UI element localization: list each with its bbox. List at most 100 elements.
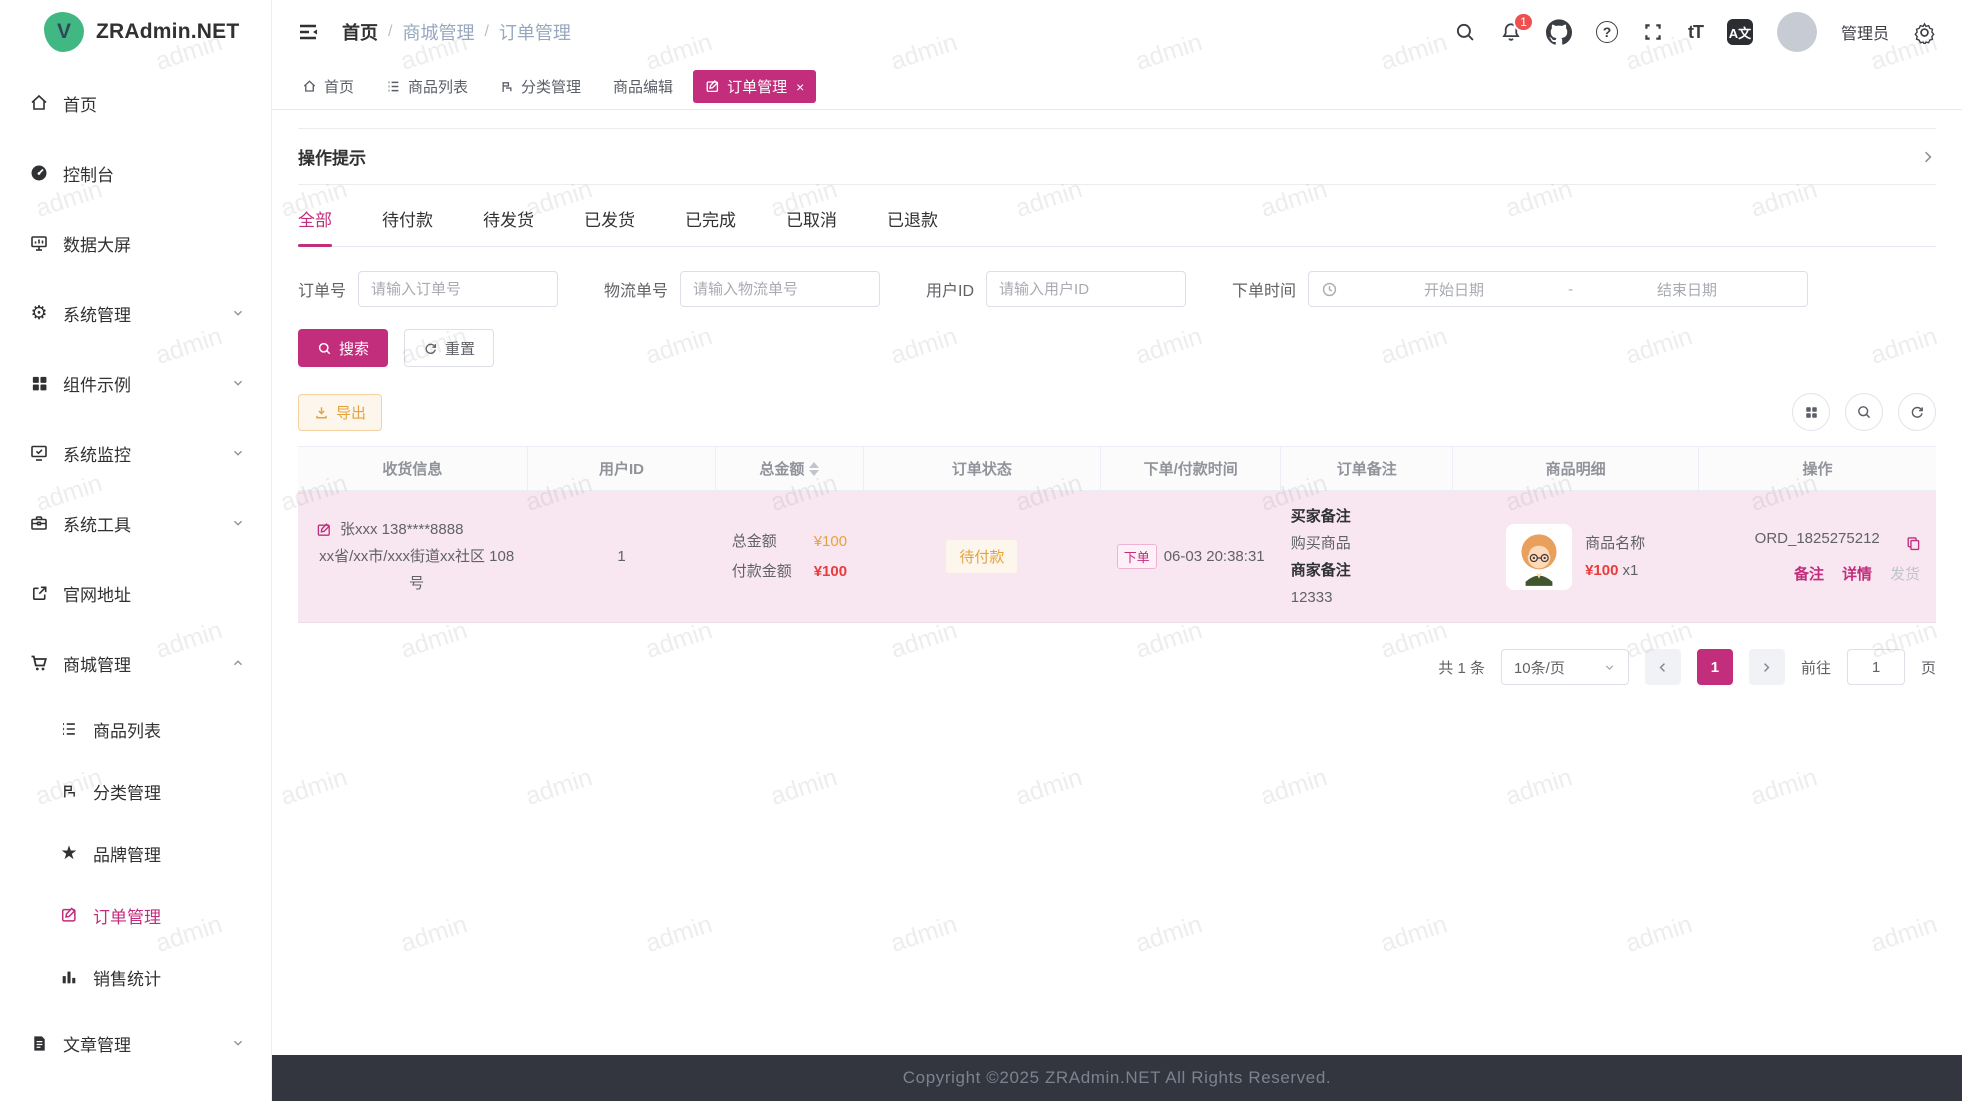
- sidebar-item-articles[interactable]: 文章管理: [0, 1008, 271, 1078]
- sidebar-item-tools[interactable]: 系统工具: [0, 488, 271, 558]
- col-receiver: 收货信息: [298, 447, 527, 491]
- username[interactable]: 管理员: [1841, 20, 1889, 44]
- product-image[interactable]: [1506, 524, 1572, 590]
- status-tab-refunded[interactable]: 已退款: [887, 189, 938, 246]
- page-button-1[interactable]: 1: [1697, 649, 1733, 685]
- status-tab-unpaid[interactable]: 待付款: [382, 189, 433, 246]
- col-amount[interactable]: 总金额: [716, 447, 863, 491]
- sidebar-item-components[interactable]: 组件示例: [0, 348, 271, 418]
- export-button-label: 导出: [336, 402, 366, 423]
- export-button[interactable]: 导出: [298, 394, 382, 431]
- columns-grid-icon[interactable]: [1792, 393, 1830, 431]
- tab-product-edit[interactable]: 商品编辑: [601, 70, 685, 103]
- sidebar-item-mall[interactable]: 商城管理: [0, 628, 271, 698]
- table-search-icon[interactable]: [1845, 393, 1883, 431]
- sidebar-item-website[interactable]: 官网地址: [0, 558, 271, 628]
- status-tab-completed[interactable]: 已完成: [685, 189, 736, 246]
- tab-home[interactable]: 首页: [290, 70, 366, 103]
- paid-value: ¥100: [814, 563, 847, 580]
- sidebar-item-dashboard[interactable]: 控制台: [0, 138, 271, 208]
- sort-caret-icon[interactable]: [809, 462, 819, 476]
- logo[interactable]: V ZRAdmin.NET: [0, 0, 271, 64]
- home-icon: [302, 79, 317, 94]
- search-icon[interactable]: [1454, 21, 1476, 43]
- sidebar-item-label: 系统管理: [63, 301, 231, 326]
- github-icon[interactable]: [1546, 19, 1572, 45]
- main-area: 首页 / 商城管理 / 订单管理 1 ? tT A文 管理员: [272, 0, 1962, 1101]
- next-page-button[interactable]: [1749, 649, 1785, 685]
- order-no-input[interactable]: [358, 271, 558, 307]
- status-tab-shipped[interactable]: 已发货: [584, 189, 635, 246]
- cell-product: 商品名称 ¥100x1: [1453, 491, 1699, 623]
- status-tab-all[interactable]: 全部: [298, 189, 332, 246]
- end-date-placeholder[interactable]: 结束日期: [1579, 279, 1795, 300]
- status-tab-to-ship[interactable]: 待发货: [483, 189, 534, 246]
- notification-bell-icon[interactable]: 1: [1500, 21, 1522, 43]
- sidebar-item-sales-stats[interactable]: 销售统计: [0, 946, 271, 1008]
- reset-button[interactable]: 重置: [404, 329, 494, 367]
- ship-action[interactable]: 发货: [1890, 563, 1920, 584]
- table-header-row: 收货信息 用户ID 总金额 订单状态 下单/付款时间 订单备注 商品明细 操作: [298, 447, 1936, 491]
- content: 操作提示 全部 待付款 待发货 已发货 已完成 已取消 已退款 订单号 物流单号: [272, 110, 1962, 1055]
- status-tab-cancelled[interactable]: 已取消: [786, 189, 837, 246]
- user-avatar[interactable]: [1777, 12, 1817, 52]
- edit-receiver-icon[interactable]: [316, 522, 332, 538]
- tab-orders[interactable]: 订单管理 ×: [693, 70, 816, 103]
- table-row[interactable]: 张xxx 138****8888 xx省/xx市/xxx街道xx社区 108号 …: [298, 491, 1936, 623]
- sidebar-item-category[interactable]: 分类管理: [0, 760, 271, 822]
- sidebar-item-system[interactable]: ⚙ 系统管理: [0, 278, 271, 348]
- sidebar-item-monitor[interactable]: 系统监控: [0, 418, 271, 488]
- start-date-placeholder[interactable]: 开始日期: [1346, 279, 1562, 300]
- refresh-icon[interactable]: [1898, 393, 1936, 431]
- tab-label: 商品列表: [408, 76, 468, 97]
- chevron-down-icon: [231, 306, 245, 320]
- reset-button-label: 重置: [445, 338, 475, 359]
- fullscreen-icon[interactable]: [1642, 21, 1664, 43]
- close-icon[interactable]: ×: [796, 79, 804, 95]
- sidebar-item-product-list[interactable]: 商品列表: [0, 698, 271, 760]
- goto-page-input[interactable]: [1847, 649, 1905, 685]
- sidebar-item-datascreen[interactable]: 数据大屏: [0, 208, 271, 278]
- col-ops: 操作: [1698, 447, 1936, 491]
- collapse-menu-icon[interactable]: [296, 20, 320, 44]
- sidebar-item-label: 商城管理: [63, 651, 231, 676]
- tab-label: 商品编辑: [613, 76, 673, 97]
- page-size-value: 10条/页: [1514, 657, 1565, 678]
- header-actions: 1 ? tT A文 管理员: [1454, 12, 1936, 52]
- product-qty: x1: [1622, 562, 1638, 579]
- sidebar-item-home[interactable]: 首页: [0, 68, 271, 138]
- tab-category[interactable]: 分类管理: [488, 70, 593, 103]
- breadcrumb-orders: 订单管理: [499, 19, 571, 45]
- product-price: ¥100: [1585, 562, 1618, 579]
- product-name: 商品名称: [1585, 530, 1645, 557]
- date-range-picker[interactable]: 开始日期 - 结束日期: [1308, 271, 1808, 307]
- receiver-address: xx省/xx市/xxx街道xx社区 108号: [316, 543, 517, 597]
- sidebar-item-label: 数据大屏: [63, 231, 245, 256]
- language-icon[interactable]: A文: [1727, 19, 1753, 45]
- help-icon[interactable]: ?: [1596, 21, 1618, 43]
- cell-status: 待付款: [863, 491, 1101, 623]
- font-size-icon[interactable]: tT: [1688, 22, 1703, 43]
- note-action[interactable]: 备注: [1794, 563, 1824, 584]
- page: V ZRAdmin.NET 首页 控制台 数据大屏 ⚙ 系统管理: [0, 0, 1962, 1101]
- sidebar-item-orders[interactable]: 订单管理: [0, 884, 271, 946]
- breadcrumb-mall[interactable]: 商城管理: [402, 19, 474, 45]
- chevron-down-icon: [231, 446, 245, 460]
- filter-actions: 搜索 重置: [298, 329, 1936, 367]
- copy-icon[interactable]: [1905, 535, 1922, 552]
- search-button[interactable]: 搜索: [298, 329, 388, 367]
- sidebar-item-label: 系统监控: [63, 441, 231, 466]
- col-remark: 订单备注: [1281, 447, 1453, 491]
- detail-action[interactable]: 详情: [1842, 563, 1872, 584]
- notification-badge: 1: [1513, 12, 1534, 32]
- tab-product-list[interactable]: 商品列表: [374, 70, 480, 103]
- user-id-input[interactable]: [986, 271, 1186, 307]
- tracking-no-input[interactable]: [680, 271, 880, 307]
- sidebar-item-brand[interactable]: ★ 品牌管理: [0, 822, 271, 884]
- page-size-select[interactable]: 10条/页: [1501, 649, 1629, 685]
- goto-label: 前往: [1801, 657, 1831, 678]
- breadcrumb-home[interactable]: 首页: [342, 19, 378, 45]
- chevron-right-icon[interactable]: [1920, 149, 1936, 165]
- settings-gear-icon[interactable]: [1913, 21, 1936, 44]
- prev-page-button[interactable]: [1645, 649, 1681, 685]
